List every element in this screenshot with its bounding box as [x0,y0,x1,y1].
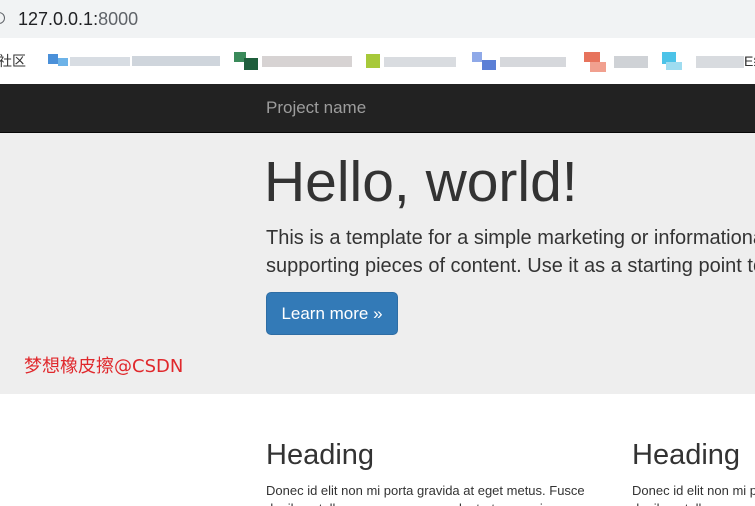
browser-viewport: 127.0.0.1:8000 社区 E Project name Hello, … [0,0,755,506]
learn-more-button[interactable]: Learn more » [266,292,398,335]
jumbotron-text: This is a template for a simple marketin… [266,224,755,280]
content-column-1: Heading Donec id elit non mi porta gravi… [266,394,596,506]
column-heading: Heading [632,439,741,471]
url-host: 127.0.0.1: [18,9,99,29]
navbar-brand[interactable]: Project name [266,98,366,118]
info-icon[interactable] [0,12,5,24]
bookmark-fragment-left[interactable]: 社区 [0,53,26,69]
navbar: Project name [0,84,755,133]
column-heading: Heading [266,439,375,471]
jumbotron-text-line-1: This is a template for a simple marketin… [266,227,755,249]
url-port: 8000 [98,9,139,29]
jumbotron: Hello, world! This is a template for a s… [0,133,755,394]
column-body: Donec id elit non mi porta gravida at eg… [266,483,585,506]
watermark: 梦想橡皮擦@CSDN [24,356,184,377]
jumbotron-title: Hello, world! [264,150,578,214]
url-field[interactable]: 127.0.0.1:8000 [18,8,138,30]
address-bar[interactable]: 127.0.0.1:8000 [0,0,755,38]
column-body: Donec id elit non mi porta gravida at eg… [632,483,755,506]
jumbotron-text-line-2: supporting pieces of content. Use it as … [266,255,755,277]
bookmarks-bar: 社区 E [0,38,755,84]
content-column-2: Heading Donec id elit non mi porta gravi… [632,394,755,506]
bookmark-fragment-right[interactable]: E练 [744,53,755,69]
